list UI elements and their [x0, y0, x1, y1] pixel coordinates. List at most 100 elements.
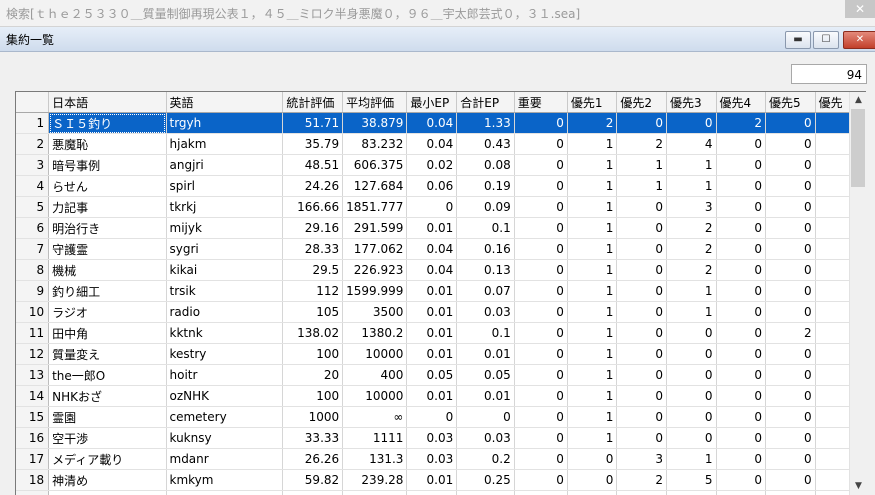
- table-cell[interactable]: 0: [765, 406, 816, 428]
- table-cell[interactable]: 0.01: [456, 343, 515, 365]
- table-cell[interactable]: 0: [716, 196, 767, 218]
- table-cell[interactable]: 10000: [342, 343, 408, 365]
- table-cell[interactable]: 71.85: [282, 490, 344, 495]
- table-cell[interactable]: cemetery: [166, 406, 284, 428]
- table-cell[interactable]: 33.33: [282, 427, 344, 449]
- table-cell[interactable]: 0: [514, 406, 568, 428]
- table-row[interactable]: 15 霊園 cemetery 1000 ∞ 0 0 0 1 0 0 0 0: [16, 406, 865, 428]
- table-cell[interactable]: 131.3: [342, 448, 408, 470]
- table-cell[interactable]: 0: [765, 385, 816, 407]
- table-cell[interactable]: 0: [514, 490, 568, 495]
- table-cell[interactable]: 1: [567, 406, 618, 428]
- table-cell[interactable]: 1599.999: [342, 280, 408, 302]
- table-cell[interactable]: 177.062: [342, 238, 408, 260]
- table-cell[interactable]: 0: [666, 406, 717, 428]
- table-cell[interactable]: 0: [765, 280, 816, 302]
- table-cell[interactable]: 0: [765, 427, 816, 449]
- table-cell[interactable]: 0: [616, 112, 667, 134]
- table-cell[interactable]: 0: [666, 322, 717, 344]
- table-cell[interactable]: 0: [406, 196, 458, 218]
- row-number[interactable]: 1: [16, 112, 50, 134]
- table-cell[interactable]: 0: [765, 175, 816, 197]
- table-cell[interactable]: 1: [567, 427, 618, 449]
- row-number[interactable]: 5: [16, 196, 50, 218]
- table-row[interactable]: 13 the一郎O hoitr 20 400 0.05 0.05 0 1 0 0 0 0: [16, 364, 865, 386]
- table-row[interactable]: 2 悪魔恥 hjakm 35.79 83.232 0.04 0.43 0 1 2 4 0 0: [16, 133, 865, 155]
- table-cell[interactable]: 機械: [48, 259, 167, 281]
- table-cell[interactable]: 0: [616, 238, 667, 260]
- table-cell[interactable]: 0.1: [456, 322, 515, 344]
- row-number[interactable]: 10: [16, 301, 50, 323]
- row-number[interactable]: 18: [16, 469, 50, 491]
- table-cell[interactable]: 0.04: [406, 238, 458, 260]
- outer-close-button[interactable]: ✕: [845, 0, 875, 18]
- table-cell[interactable]: 0.05: [456, 364, 515, 386]
- table-cell[interactable]: メディア載り: [48, 448, 167, 470]
- table-cell[interactable]: 0.01: [406, 490, 458, 495]
- table-cell[interactable]: 空干渉: [48, 427, 167, 449]
- table-cell[interactable]: 1: [666, 154, 717, 176]
- row-number[interactable]: 4: [16, 175, 50, 197]
- table-cell[interactable]: 0: [514, 385, 568, 407]
- table-cell[interactable]: 0: [514, 175, 568, 197]
- table-cell[interactable]: radio: [166, 301, 284, 323]
- table-cell[interactable]: 0: [716, 175, 767, 197]
- table-cell[interactable]: 0.03: [456, 427, 515, 449]
- table-cell[interactable]: 24.26: [282, 175, 344, 197]
- table-cell[interactable]: ∞: [342, 406, 408, 428]
- table-cell[interactable]: ＳＩ５釣り: [48, 112, 167, 134]
- table-cell[interactable]: kikai: [166, 259, 284, 281]
- row-number[interactable]: 9: [16, 280, 50, 302]
- table-cell[interactable]: 0.01: [406, 343, 458, 365]
- column-header[interactable]: 優先4: [716, 92, 767, 113]
- table-cell[interactable]: 0: [666, 343, 717, 365]
- table-cell[interactable]: 0.22: [456, 490, 515, 495]
- table-cell[interactable]: 0: [765, 469, 816, 491]
- table-cell[interactable]: 0: [567, 469, 618, 491]
- table-cell[interactable]: 1: [567, 385, 618, 407]
- table-cell[interactable]: 力記事: [48, 196, 167, 218]
- table-cell[interactable]: 2: [765, 322, 816, 344]
- table-cell[interactable]: 112: [282, 280, 344, 302]
- table-cell[interactable]: 1: [567, 280, 618, 302]
- table-cell[interactable]: 0.07: [456, 280, 515, 302]
- table-cell[interactable]: 1: [567, 217, 618, 239]
- table-cell[interactable]: 0: [616, 301, 667, 323]
- table-cell[interactable]: 0: [514, 322, 568, 344]
- table-cell[interactable]: 0.03: [406, 448, 458, 470]
- table-cell[interactable]: 1: [616, 175, 667, 197]
- table-cell[interactable]: 2: [616, 490, 667, 495]
- table-cell[interactable]: 1: [567, 133, 618, 155]
- table-cell[interactable]: 105: [282, 301, 344, 323]
- table-cell[interactable]: 35.79: [282, 133, 344, 155]
- row-number[interactable]: 8: [16, 259, 50, 281]
- table-cell[interactable]: 釣り細工: [48, 280, 167, 302]
- table-cell[interactable]: 0: [666, 364, 717, 386]
- table-cell[interactable]: 29.16: [282, 217, 344, 239]
- table-cell[interactable]: 0: [616, 364, 667, 386]
- table-cell[interactable]: 1: [567, 238, 618, 260]
- table-cell[interactable]: 3: [666, 490, 717, 495]
- table-cell[interactable]: 1: [567, 322, 618, 344]
- table-cell[interactable]: 0: [716, 385, 767, 407]
- table-cell[interactable]: 2: [666, 259, 717, 281]
- table-cell[interactable]: 1: [567, 343, 618, 365]
- table-cell[interactable]: tkrkj: [166, 196, 284, 218]
- table-cell[interactable]: 0: [514, 217, 568, 239]
- table-cell[interactable]: らせん: [48, 175, 167, 197]
- table-cell[interactable]: 0.43: [456, 133, 515, 155]
- table-cell[interactable]: 0.2: [456, 448, 515, 470]
- table-cell[interactable]: 0: [514, 259, 568, 281]
- table-cell[interactable]: 0.25: [456, 469, 515, 491]
- table-cell[interactable]: 0: [765, 448, 816, 470]
- table-cell[interactable]: 1.33: [456, 112, 515, 134]
- table-cell[interactable]: sygri: [166, 238, 284, 260]
- column-header[interactable]: 英語: [166, 92, 284, 113]
- table-cell[interactable]: 暗号事例: [48, 154, 167, 176]
- table-cell[interactable]: 2: [666, 217, 717, 239]
- table-cell[interactable]: kjkMC: [166, 490, 284, 495]
- table-cell[interactable]: 0: [514, 196, 568, 218]
- table-cell[interactable]: 2: [666, 238, 717, 260]
- table-cell[interactable]: 0.01: [406, 217, 458, 239]
- table-cell[interactable]: 0: [616, 427, 667, 449]
